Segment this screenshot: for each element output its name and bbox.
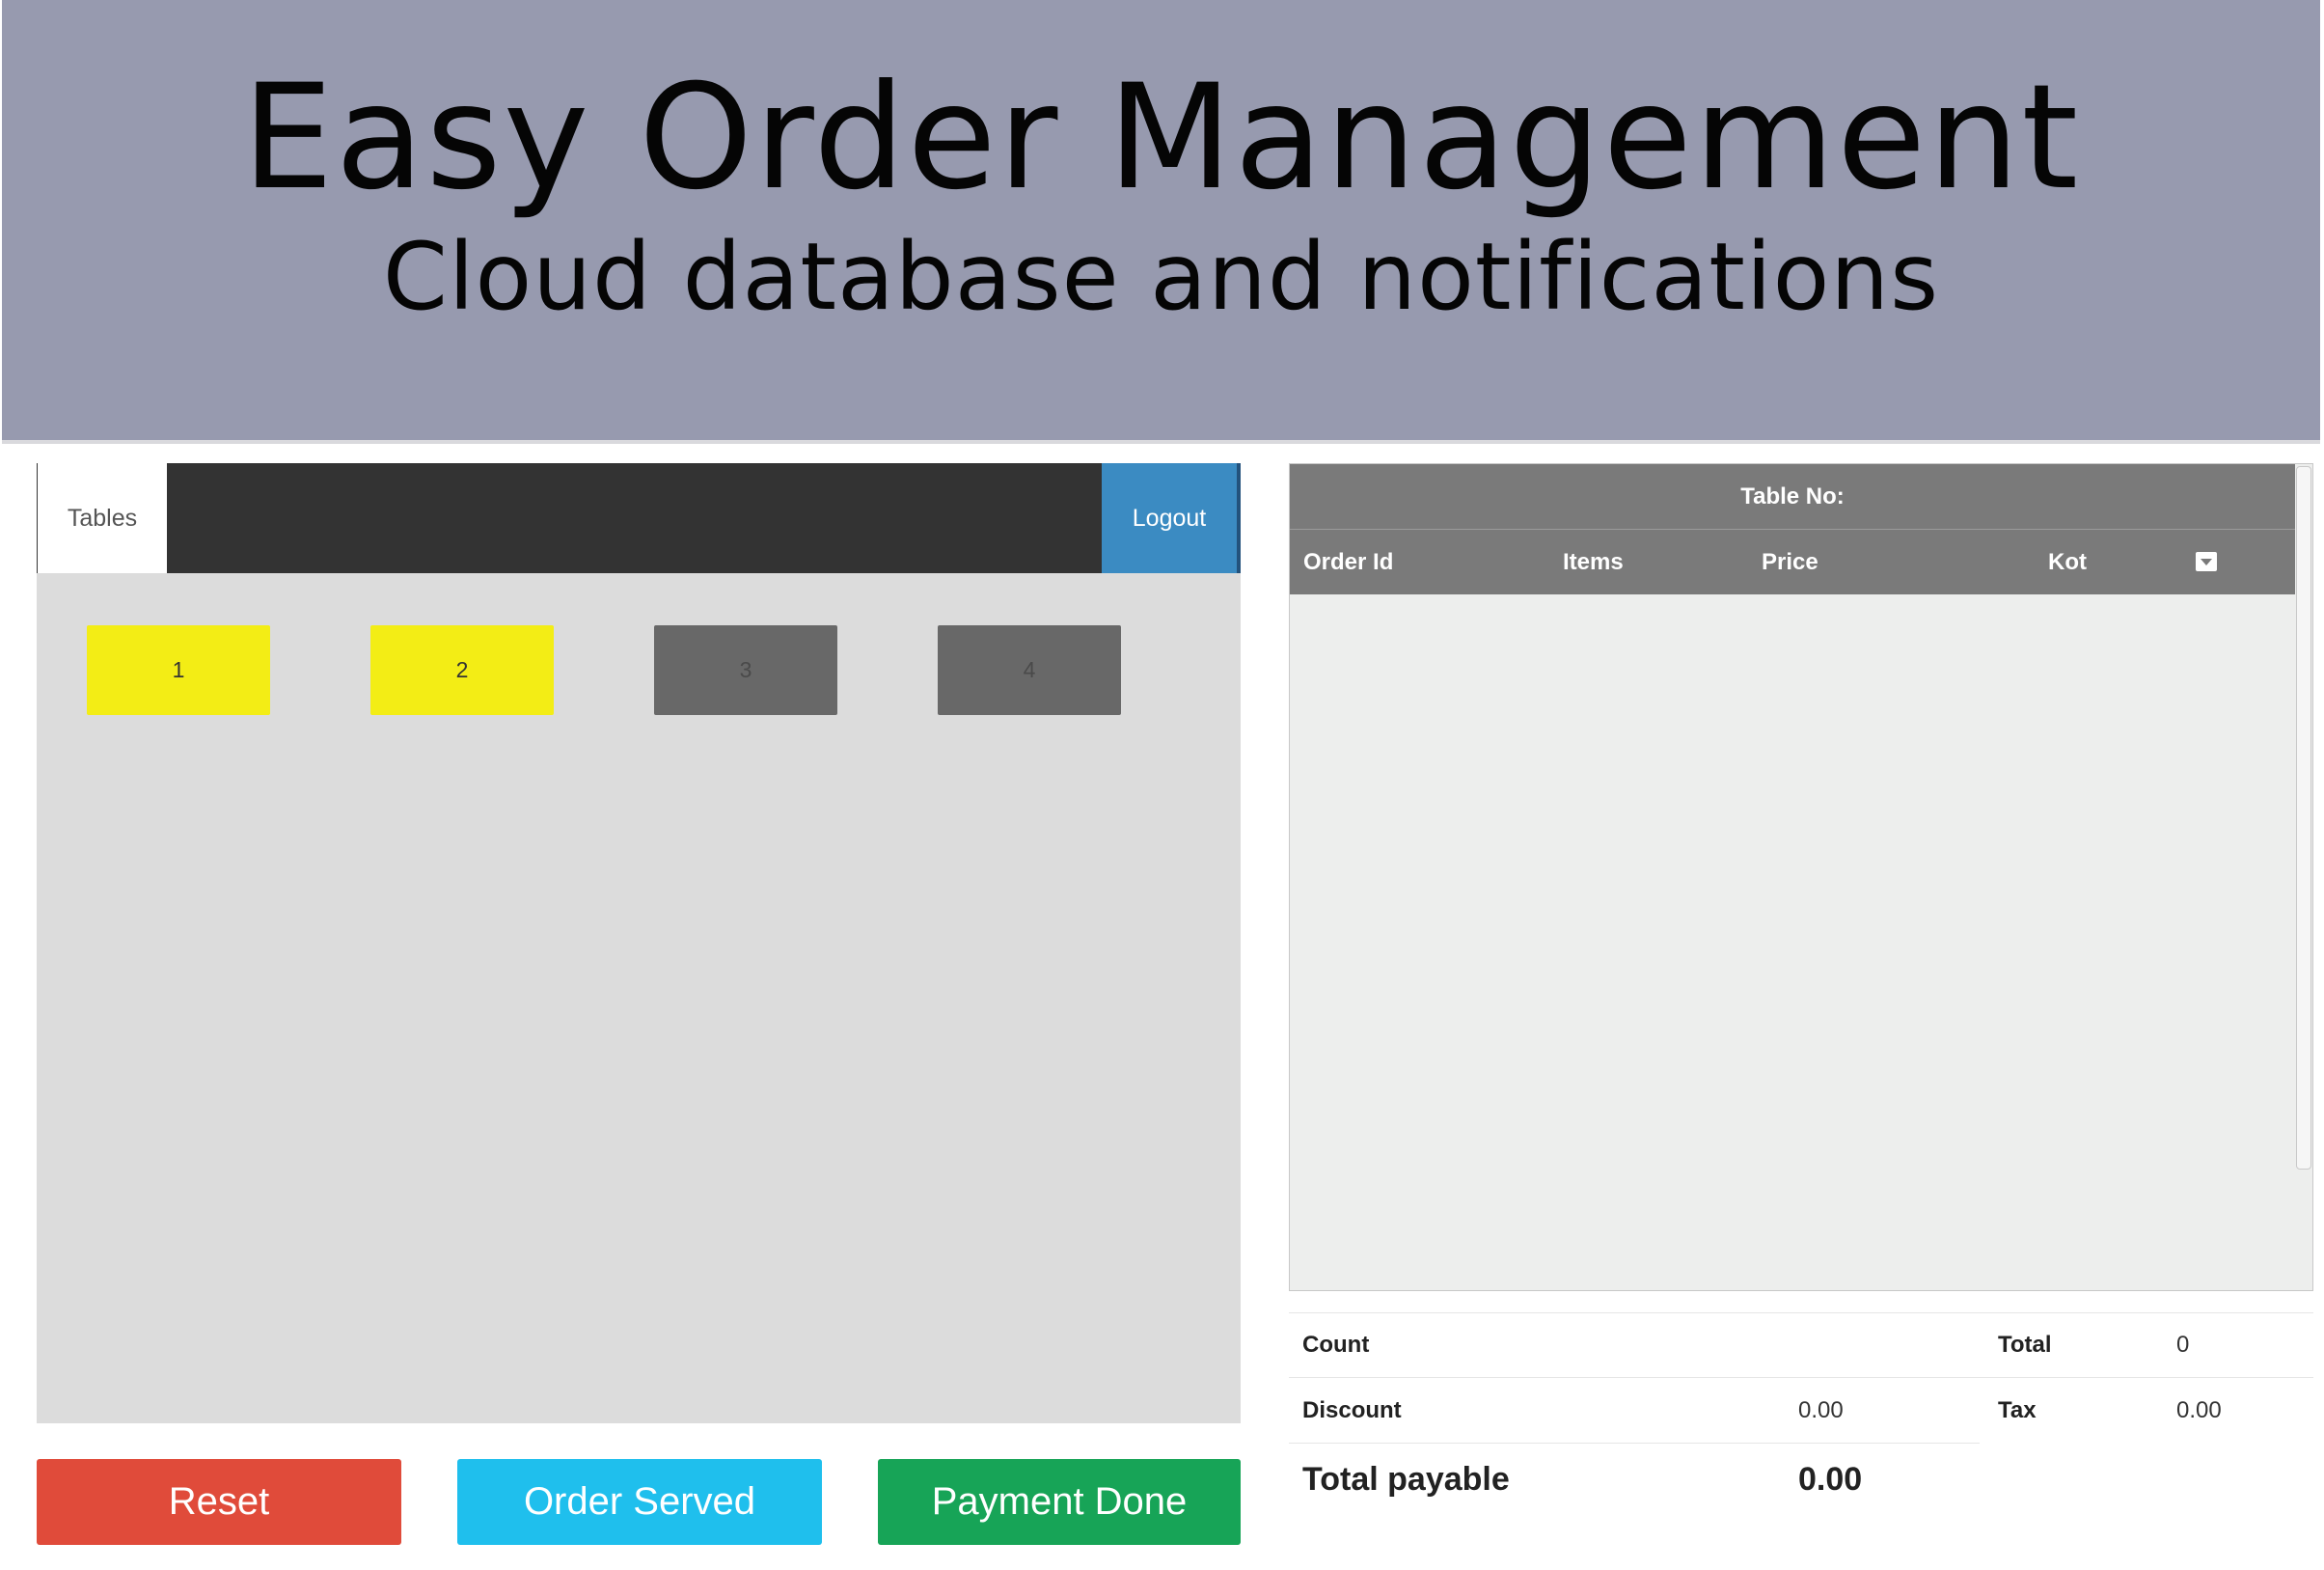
dropdown-filter-icon[interactable] (2196, 552, 2217, 571)
tab-tables[interactable]: Tables (38, 463, 167, 573)
column-order-id[interactable]: Order Id (1303, 530, 1393, 594)
table-number-header: Table No: (1290, 464, 2295, 530)
column-price[interactable]: Price (1762, 530, 1818, 594)
tax-value: 0.00 (2176, 1397, 2222, 1423)
divider (1289, 1443, 1980, 1444)
order-table-panel: Table No: Order Id Items Price Kot (1289, 463, 2313, 1291)
table-tile-1[interactable]: 1 (87, 625, 270, 715)
reset-button[interactable]: Reset (37, 1459, 401, 1545)
discount-label: Discount (1302, 1397, 1402, 1423)
divider (1289, 1312, 2313, 1313)
total-payable-value: 0.00 (1798, 1461, 1863, 1498)
header-banner: Easy Order Management Cloud database and… (2, 0, 2320, 444)
banner-title: Easy Order Management (241, 54, 2081, 222)
payment-done-button[interactable]: Payment Done (878, 1459, 1241, 1545)
tables-panel: Tables Logout 1 2 3 4 (37, 463, 1241, 1423)
top-navbar: Tables Logout (37, 463, 1241, 573)
column-items[interactable]: Items (1563, 530, 1624, 594)
divider (1289, 1377, 2313, 1378)
count-label: Count (1302, 1332, 1370, 1358)
banner-subtitle: Cloud database and notifications (382, 223, 1940, 331)
tax-label: Tax (1998, 1397, 2037, 1423)
vertical-scrollbar[interactable] (2296, 466, 2311, 1170)
column-kot[interactable]: Kot (2048, 530, 2087, 594)
logout-button[interactable]: Logout (1102, 463, 1241, 573)
discount-value: 0.00 (1798, 1397, 1844, 1423)
total-payable-label: Total payable (1302, 1461, 1510, 1498)
table-tile-3[interactable]: 3 (654, 625, 837, 715)
order-columns-header: Order Id Items Price Kot (1290, 530, 2295, 594)
table-tile-2[interactable]: 2 (370, 625, 554, 715)
total-value: 0 (2176, 1332, 2190, 1358)
order-summary: Count Total 0 Discount 0.00 Tax 0.00 Tot… (1289, 1312, 2313, 1554)
table-tile-4[interactable]: 4 (938, 625, 1121, 715)
total-label: Total (1998, 1332, 2052, 1358)
order-served-button[interactable]: Order Served (457, 1459, 822, 1545)
